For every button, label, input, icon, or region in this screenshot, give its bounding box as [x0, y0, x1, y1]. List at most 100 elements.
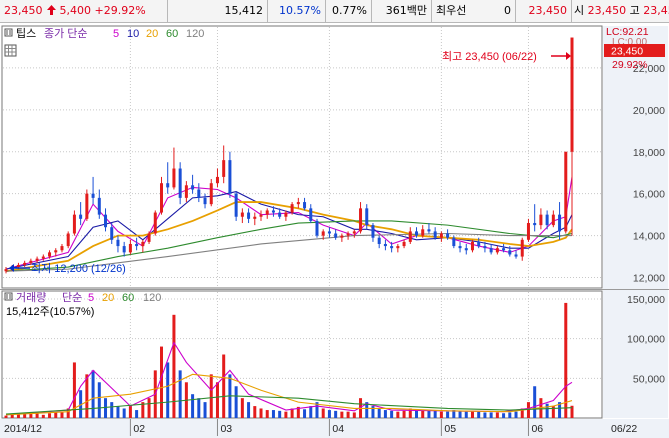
- volume-current-annotation: 15,412주(10.57%): [6, 306, 94, 318]
- volume-bar: [4, 415, 8, 418]
- candle-body: [122, 246, 126, 253]
- volume-bar: [433, 410, 437, 418]
- candle-body: [85, 193, 89, 219]
- candle-body: [166, 183, 170, 188]
- candle-body: [215, 176, 219, 184]
- volume-bar: [265, 410, 269, 418]
- time-tick-label: 03: [220, 423, 232, 435]
- volume-ratio: 10.57%: [268, 0, 326, 22]
- candle-body: [570, 37, 574, 152]
- candle-body: [371, 225, 375, 238]
- time-tick-label: 02: [133, 423, 145, 435]
- legend-toggle-icon[interactable]: [4, 28, 13, 37]
- time-tick-label: 04: [332, 423, 344, 435]
- volume-bar: [377, 408, 381, 418]
- time-tick-label: 06: [531, 423, 543, 435]
- candle-body: [228, 160, 232, 194]
- best-bid-value: 0: [504, 4, 511, 17]
- volume-bar: [104, 398, 108, 418]
- candle-body: [253, 216, 257, 219]
- candle-body: [464, 248, 468, 251]
- vma60-label: 60: [122, 292, 134, 304]
- volume-bar: [271, 410, 275, 418]
- price-change: 5,400: [59, 4, 92, 17]
- price-change-pct: +29.92%: [94, 4, 146, 17]
- candle-body: [502, 248, 506, 251]
- candle-body: [48, 252, 52, 257]
- candle-body: [315, 220, 319, 236]
- volume-bar: [203, 402, 207, 418]
- candle-body: [66, 233, 70, 247]
- volume-bar: [545, 403, 549, 418]
- candle-body: [265, 210, 269, 215]
- volume-bar: [427, 410, 431, 418]
- candle-body: [402, 241, 406, 247]
- volume-bar: [446, 411, 450, 418]
- volume-legend-toggle-icon[interactable]: [4, 292, 13, 301]
- volume-bar: [526, 402, 530, 418]
- volume-bar: [352, 412, 356, 418]
- candle-body: [234, 193, 238, 217]
- quote-bar: 23,450 5,400 +29.92% 15,412 10.57% 0.77%…: [0, 0, 669, 23]
- volume-bar: [396, 411, 400, 418]
- candle-body: [104, 214, 108, 228]
- volume-prefix: 단순: [62, 291, 82, 304]
- candle-body: [477, 241, 481, 247]
- vma20-label: 20: [102, 292, 114, 304]
- candle-body: [35, 258, 39, 261]
- candle-body: [16, 264, 20, 268]
- trade-value: 361백만: [372, 0, 432, 22]
- volume-bar: [564, 302, 568, 418]
- candle-body: [209, 183, 213, 205]
- volume-bar: [191, 394, 195, 418]
- candle-body: [128, 243, 132, 253]
- volume-bar: [209, 374, 213, 418]
- candle-body: [222, 160, 226, 177]
- candle-body: [514, 254, 518, 257]
- volume-bar: [470, 410, 474, 418]
- current-price-tag-text: 23,450: [611, 46, 643, 58]
- candle-body: [458, 246, 462, 249]
- volume-bar: [29, 414, 33, 418]
- candle-body: [54, 250, 58, 253]
- volume-bar: [464, 411, 468, 418]
- candle-body: [415, 231, 419, 236]
- volume-bar: [234, 386, 238, 418]
- indicator-label: 종가 단순: [44, 27, 88, 40]
- candle-body: [184, 185, 188, 198]
- best-bid-label: 최우선: [436, 4, 467, 17]
- candle-body: [470, 241, 474, 251]
- volume-value: 15,412: [168, 0, 268, 22]
- candle-body: [446, 233, 450, 238]
- candle-body: [526, 223, 530, 240]
- ma5-label: 5: [113, 28, 119, 40]
- volume-bar: [439, 411, 443, 418]
- time-tick-label: 2014/12: [4, 423, 42, 435]
- candle-body: [203, 197, 207, 205]
- candle-body: [309, 208, 313, 221]
- volume-tick-label: 50,000: [633, 373, 665, 385]
- volume-bar: [222, 354, 226, 418]
- time-tick-label: 05: [444, 423, 456, 435]
- high-value: 23,450: [643, 4, 669, 17]
- candle-body: [365, 208, 369, 226]
- volume-bar: [502, 413, 506, 418]
- vma5-label: 5: [88, 292, 94, 304]
- candle-body: [483, 246, 487, 249]
- stock-chart[interactable]: 12,00014,00016,00018,00020,00022,000 50,…: [0, 22, 669, 438]
- volume-bar: [247, 402, 251, 418]
- up-arrow-icon: [46, 0, 56, 22]
- candle-body: [327, 231, 331, 234]
- candle-body: [296, 202, 300, 205]
- volume-bar: [371, 406, 375, 418]
- grid-toggle-icon[interactable]: [4, 44, 17, 57]
- volume-bar: [390, 410, 394, 418]
- volume-bar: [10, 414, 14, 418]
- volume-bar: [116, 406, 120, 418]
- volume-tick-label: 150,000: [627, 294, 665, 306]
- price-summary: 23,450 5,400 +29.92%: [0, 0, 168, 22]
- candle-body: [390, 246, 394, 249]
- candle-body: [433, 231, 437, 238]
- close-value: 23,450: [516, 0, 572, 22]
- volume-title: 거래량: [16, 291, 46, 304]
